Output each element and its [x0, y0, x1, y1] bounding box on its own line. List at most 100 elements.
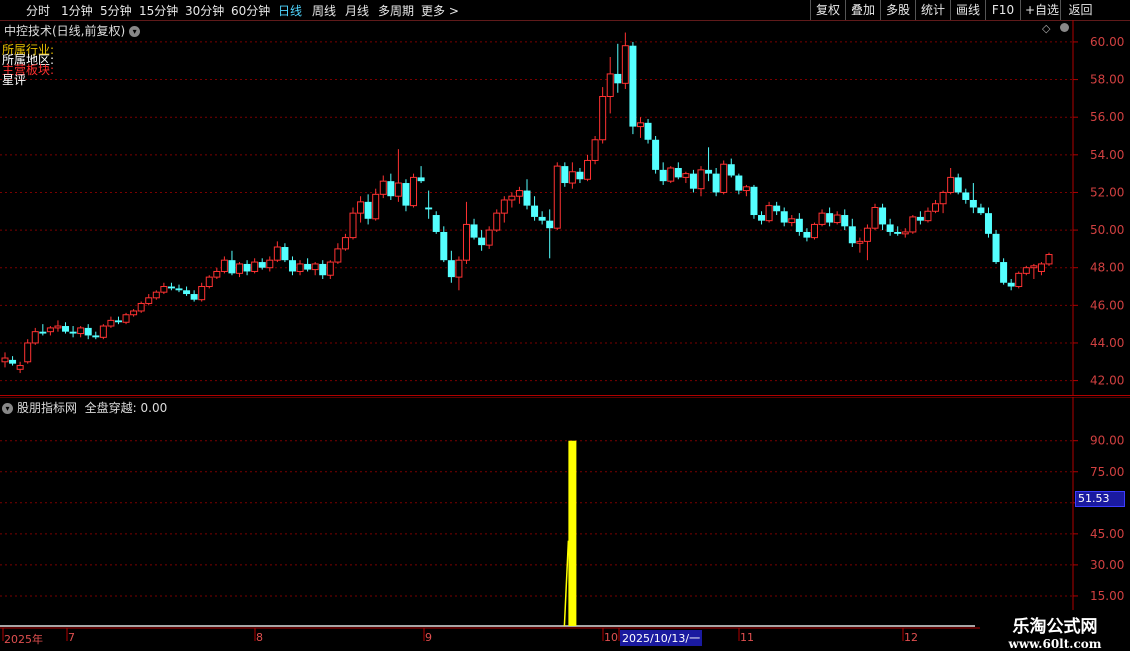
candle — [372, 188, 380, 221]
y-tick-label: 50.00 — [1090, 223, 1124, 237]
candle — [213, 267, 221, 279]
candle — [992, 230, 1000, 264]
candle — [614, 43, 622, 93]
candle — [652, 136, 660, 174]
candle — [909, 215, 917, 234]
candle — [856, 237, 864, 253]
period-tab-1[interactable]: 1分钟 — [61, 2, 93, 19]
candle — [848, 218, 856, 248]
candle — [841, 209, 849, 231]
y-tick-label: 60.00 — [1090, 35, 1124, 49]
candle — [137, 301, 145, 313]
candle — [810, 222, 818, 240]
candle — [1022, 265, 1030, 276]
x-axis-label: 10 — [604, 631, 618, 644]
candle — [394, 149, 402, 202]
candle — [803, 228, 811, 242]
x-axis-label: 7 — [68, 631, 75, 644]
toolbar-button-4[interactable]: 画线 — [950, 0, 985, 20]
period-tab-10[interactable]: 更多 > — [421, 2, 459, 19]
candle — [833, 211, 841, 225]
candle — [606, 56, 614, 114]
indicator-y-tick: 30.00 — [1090, 558, 1124, 572]
candle — [183, 286, 191, 296]
candle — [455, 256, 463, 291]
candle — [288, 256, 296, 276]
candlestick-chart: 60.00 58.00 56.00 54.00 52.00 50.00 48.00 46.00… — [0, 19, 1130, 396]
period-tab-6[interactable]: 日线 — [278, 2, 302, 19]
candle — [954, 173, 962, 195]
period-tab-8[interactable]: 月线 — [345, 2, 369, 19]
toolbar-button-0[interactable]: 复权 — [810, 0, 845, 20]
indicator-y-tick: 15.00 — [1090, 589, 1124, 603]
candle — [576, 167, 584, 184]
candle — [16, 361, 24, 374]
candle — [515, 186, 523, 204]
toolbar-button-3[interactable]: 统计 — [915, 0, 950, 20]
candle — [236, 262, 244, 278]
y-tick-label: 44.00 — [1090, 336, 1124, 350]
candle — [984, 207, 992, 238]
chevron-down-icon[interactable]: ▾ — [2, 403, 13, 414]
candle — [939, 190, 947, 214]
candle — [228, 250, 236, 276]
candle — [326, 260, 334, 279]
period-tab-9[interactable]: 多周期 — [378, 2, 414, 19]
candle — [826, 207, 834, 227]
chevron-down-icon[interactable]: ▾ — [129, 26, 141, 37]
diamond-icon[interactable]: ◇ — [1042, 22, 1050, 35]
period-tab-0[interactable]: 分时 — [26, 2, 50, 19]
candle — [599, 87, 607, 144]
candle — [969, 183, 977, 214]
y-tick-label: 48.00 — [1090, 261, 1124, 275]
candle — [750, 184, 758, 219]
y-tick-label: 42.00 — [1090, 374, 1124, 388]
candle — [54, 320, 62, 332]
date-axis: 2025年 7 8 9 10 2025/10/13/一 11 12 — [0, 627, 1130, 650]
period-tab-4[interactable]: 30分钟 — [185, 2, 224, 19]
candle — [107, 316, 115, 328]
price-chart-panel[interactable]: 60.00 58.00 56.00 54.00 52.00 50.00 48.00 46.00… — [0, 19, 1130, 396]
candle — [251, 258, 259, 274]
candle — [901, 228, 909, 238]
x-axis-label: 2025/10/13/一 — [620, 630, 703, 646]
candle — [735, 173, 743, 195]
watermark-title: 乐淘公式网 — [1012, 617, 1098, 637]
candle — [659, 162, 667, 185]
candle — [122, 312, 130, 325]
candle — [417, 166, 425, 184]
candle — [198, 282, 206, 302]
candle — [584, 154, 592, 182]
candle — [508, 192, 516, 208]
candle — [258, 258, 266, 270]
candle — [500, 196, 508, 223]
candle — [266, 256, 274, 272]
candle — [1000, 258, 1008, 285]
candle — [788, 215, 796, 227]
candle — [334, 243, 342, 264]
toolbar-button-5[interactable]: F10 — [985, 0, 1020, 20]
watermark-url: www.60lt.com — [1008, 637, 1102, 651]
candle — [462, 201, 470, 264]
period-tab-3[interactable]: 15分钟 — [139, 2, 178, 19]
period-tab-7[interactable]: 周线 — [312, 2, 336, 19]
candle — [886, 218, 894, 236]
toolbar-button-7[interactable]: 返回 — [1060, 0, 1100, 20]
circle-icon[interactable] — [1060, 23, 1069, 32]
period-tab-5[interactable]: 60分钟 — [231, 2, 270, 19]
toolbar-button-2[interactable]: 多股 — [880, 0, 915, 20]
candle — [39, 324, 47, 336]
indicator-panel[interactable]: 90.0075.0060.0045.0030.0015.00 ▾股朋指标网 全盘… — [0, 396, 1130, 627]
candle — [24, 339, 32, 364]
candle — [175, 284, 183, 293]
candle — [296, 260, 304, 276]
indicator-y-tick: 45.00 — [1090, 527, 1124, 541]
toolbar-button-1[interactable]: 叠加 — [845, 0, 880, 20]
candle — [77, 326, 85, 338]
info-line-3: 星评 — [2, 73, 27, 87]
toolbar-button-6[interactable]: +自选 — [1020, 0, 1060, 20]
candle — [432, 211, 440, 234]
period-tab-2[interactable]: 5分钟 — [100, 2, 132, 19]
candle — [387, 173, 395, 200]
candle — [470, 218, 478, 240]
